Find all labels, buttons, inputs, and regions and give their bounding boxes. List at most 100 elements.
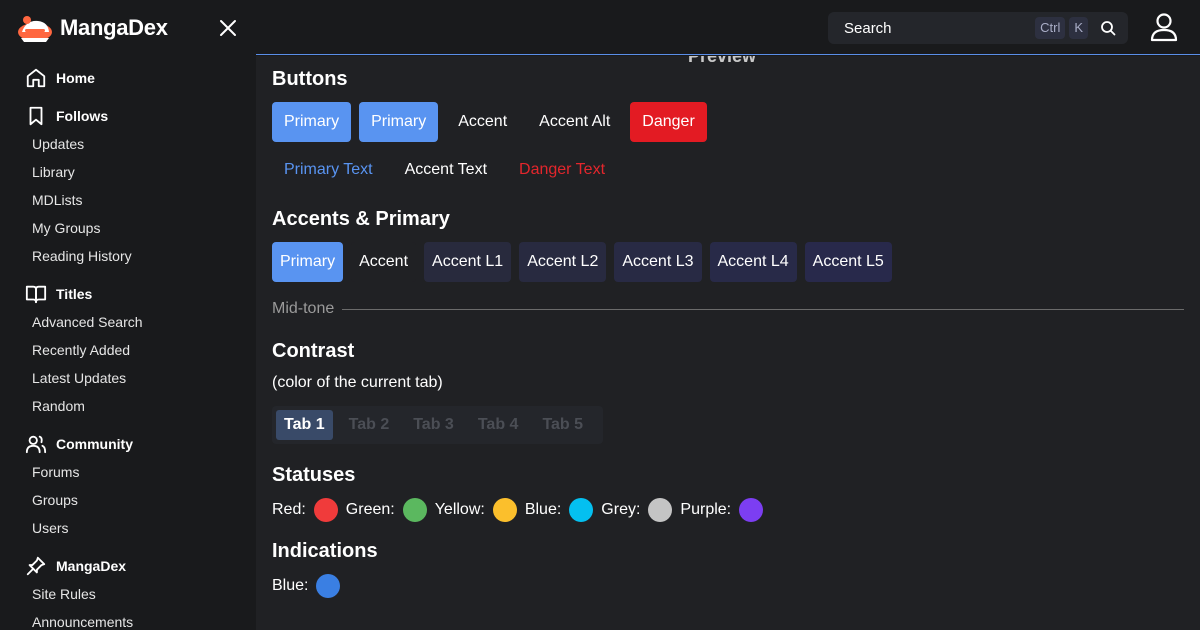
shortcut-k-key: K <box>1069 17 1088 39</box>
midtone-divider: Mid-tone <box>272 300 1184 318</box>
nav-group-follows: Follows Updates Library MDLists My Group… <box>0 102 256 270</box>
sidebar-item-label: Follows <box>56 108 109 124</box>
sidebar-item-home[interactable]: Home <box>0 64 256 92</box>
nav-group-titles: Titles Advanced Search Recently Added La… <box>0 280 256 420</box>
indication-label-blue: Blue: <box>272 577 309 594</box>
accents-row: Primary Accent Accent L1 Accent L2 Accen… <box>272 242 900 282</box>
tab-5[interactable]: Tab 5 <box>534 410 591 440</box>
sidebar-item-updates[interactable]: Updates <box>0 130 256 158</box>
user-icon <box>1150 13 1178 42</box>
divider-line <box>342 308 1184 310</box>
sidebar-item-site-rules[interactable]: Site Rules <box>0 580 256 608</box>
primary-button[interactable]: Primary <box>272 102 352 142</box>
nav-group-home: Home <box>0 64 256 92</box>
primary-button-2[interactable]: Primary <box>359 102 439 142</box>
mangadex-logo-icon <box>18 16 52 42</box>
accent-text-button[interactable]: Accent Text <box>393 150 499 190</box>
sidebar-item-forums[interactable]: Forums <box>0 458 256 486</box>
sidebar-item-mdlists[interactable]: MDLists <box>0 186 256 214</box>
accent-swatch-l3: Accent L3 <box>614 242 702 282</box>
search-placeholder: Search <box>844 19 892 37</box>
sidebar-item-label: Titles <box>56 286 93 302</box>
sidebar-item-library[interactable]: Library <box>0 158 256 186</box>
status-label-grey: Grey: <box>601 501 641 518</box>
text-buttons-row: Primary Text Accent Text Danger Text <box>272 150 625 190</box>
sidebar-item-users[interactable]: Users <box>0 514 256 542</box>
sidebar-item-follows[interactable]: Follows <box>0 102 256 130</box>
sidebar-item-latest-updates[interactable]: Latest Updates <box>0 364 256 392</box>
indication-dot-blue <box>316 574 341 598</box>
statuses-row: Red: Green: Yellow: Blue: Grey: Purple: <box>272 498 771 522</box>
search-input[interactable]: Search Ctrl K <box>828 12 1128 44</box>
users-icon <box>24 432 48 456</box>
sidebar-item-advanced-search[interactable]: Advanced Search <box>0 308 256 336</box>
status-label-yellow: Yellow: <box>434 501 485 518</box>
status-dot-red <box>313 498 338 522</box>
sidebar-nav: Home Follows Updates Library MDLists My … <box>0 64 256 630</box>
tab-2[interactable]: Tab 2 <box>341 410 398 440</box>
status-dot-yellow <box>492 498 517 522</box>
bookmark-icon <box>24 104 48 128</box>
danger-text-button[interactable]: Danger Text <box>507 150 617 190</box>
sidebar-item-label: Home <box>56 70 95 86</box>
status-dot-blue <box>569 498 594 522</box>
accent-alt-button[interactable]: Accent Alt <box>527 102 622 142</box>
accent-swatch-accent: Accent <box>351 242 417 282</box>
sidebar-item-announcements[interactable]: Announcements <box>0 608 256 630</box>
status-dot-purple <box>739 498 764 522</box>
brand[interactable]: MangaDex <box>16 12 168 44</box>
status-label-green: Green: <box>345 501 395 518</box>
sidebar-item-mangadex[interactable]: MangaDex <box>0 552 256 580</box>
accent-swatch-l2: Accent L2 <box>519 242 607 282</box>
sidebar-item-random[interactable]: Random <box>0 392 256 420</box>
close-sidebar-button[interactable] <box>214 14 242 42</box>
search-icon <box>1098 18 1118 38</box>
contrast-tabs: Tab 1 Tab 2 Tab 3 Tab 4 Tab 5 <box>272 406 604 444</box>
nav-group-community: Community Forums Groups Users <box>0 430 256 542</box>
primary-text-button[interactable]: Primary Text <box>272 150 385 190</box>
pin-icon <box>24 554 48 578</box>
status-label-blue: Blue: <box>524 501 562 518</box>
danger-button[interactable]: Danger <box>630 102 707 142</box>
accent-button[interactable]: Accent <box>446 102 519 142</box>
accents-title: Accents & Primary <box>272 208 450 230</box>
sidebar-item-my-groups[interactable]: My Groups <box>0 214 256 242</box>
status-label-red: Red: <box>272 501 306 518</box>
statuses-title: Statuses <box>272 464 356 486</box>
status-label-purple: Purple: <box>680 501 732 518</box>
buttons-row: Primary Primary Accent Accent Alt Danger <box>272 102 715 142</box>
close-icon <box>220 20 236 36</box>
indications-title: Indications <box>272 540 378 562</box>
status-dot-green <box>402 498 427 522</box>
sidebar: MangaDex Home Follows Updates Library MD… <box>0 0 256 630</box>
user-menu-button[interactable] <box>1148 10 1180 44</box>
indications-row: Blue: <box>272 574 348 598</box>
nav-group-mangadex: MangaDex Site Rules Announcements <box>0 552 256 630</box>
midtone-label: Mid-tone <box>272 300 335 317</box>
sidebar-item-label: MangaDex <box>56 558 127 574</box>
brand-name: MangaDex <box>60 15 168 40</box>
sidebar-item-reading-history[interactable]: Reading History <box>0 242 256 270</box>
sidebar-item-label: Community <box>56 436 133 452</box>
accent-swatch-l4: Accent L4 <box>709 242 797 282</box>
accent-swatch-l5: Accent L5 <box>804 242 892 282</box>
tab-4[interactable]: Tab 4 <box>470 410 527 440</box>
contrast-subtitle: (color of the current tab) <box>272 374 443 391</box>
tab-3[interactable]: Tab 3 <box>405 410 462 440</box>
sidebar-item-groups[interactable]: Groups <box>0 486 256 514</box>
book-open-icon <box>24 282 48 306</box>
buttons-title: Buttons <box>272 68 348 90</box>
sidebar-item-recently-added[interactable]: Recently Added <box>0 336 256 364</box>
preview-heading: Preview <box>688 56 757 66</box>
home-icon <box>24 66 48 90</box>
top-bar: Search Ctrl K <box>256 0 1200 55</box>
main-content: Preview Buttons Primary Primary Accent A… <box>256 56 1200 630</box>
tab-1[interactable]: Tab 1 <box>276 410 333 440</box>
sidebar-item-titles[interactable]: Titles <box>0 280 256 308</box>
accent-swatch-l1: Accent L1 <box>424 242 512 282</box>
contrast-title: Contrast <box>272 340 355 362</box>
shortcut-ctrl-key: Ctrl <box>1035 17 1066 39</box>
sidebar-item-community[interactable]: Community <box>0 430 256 458</box>
accent-swatch-primary: Primary <box>272 242 344 282</box>
status-dot-grey <box>648 498 673 522</box>
